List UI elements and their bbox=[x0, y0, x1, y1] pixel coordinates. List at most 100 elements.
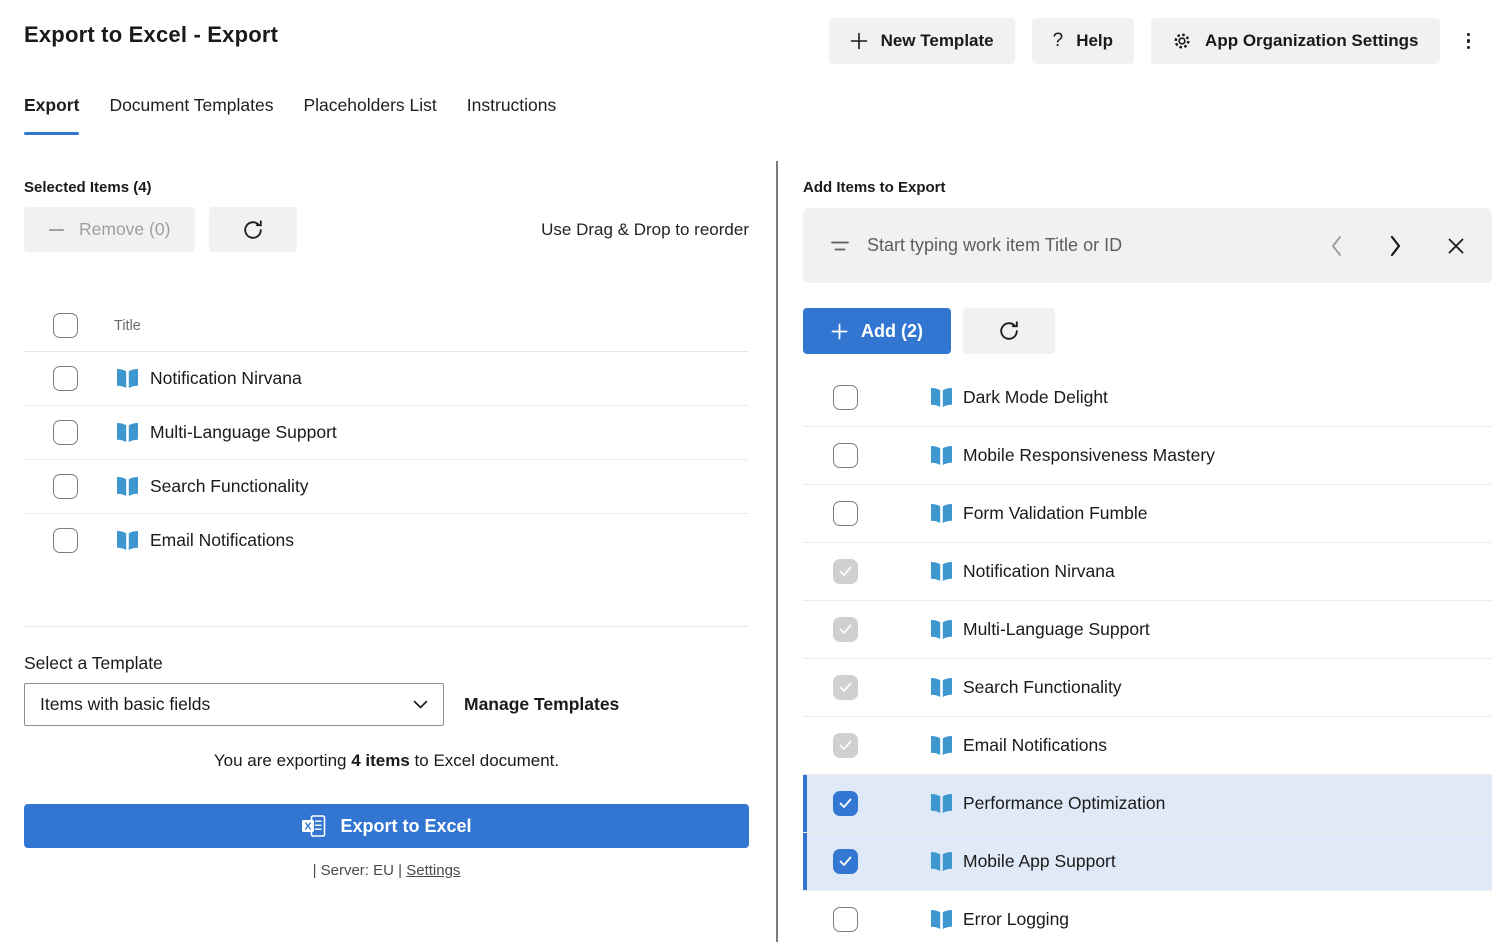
new-template-label: New Template bbox=[881, 31, 994, 51]
item-checkbox[interactable] bbox=[833, 501, 858, 526]
list-item[interactable]: Multi-Language Support bbox=[803, 601, 1492, 659]
book-icon bbox=[929, 851, 954, 872]
refresh-icon bbox=[998, 320, 1020, 342]
check-icon bbox=[839, 856, 852, 867]
book-icon bbox=[929, 387, 954, 408]
export-to-excel-app: Export to Excel - Export New Template ? … bbox=[0, 0, 1500, 942]
refresh-selected-button[interactable] bbox=[209, 207, 297, 252]
table-row[interactable]: Notification Nirvana bbox=[24, 352, 749, 406]
item-checkbox[interactable] bbox=[833, 559, 858, 584]
book-icon bbox=[115, 476, 140, 497]
export-summary: You are exporting 4 items to Excel docum… bbox=[24, 751, 749, 771]
add-items-panel: Add Items to Export Add (2) bbox=[803, 179, 1492, 942]
item-checkbox[interactable] bbox=[833, 791, 858, 816]
export-to-excel-button[interactable]: X Export to Excel bbox=[24, 804, 749, 848]
remove-button[interactable]: Remove (0) bbox=[24, 207, 195, 252]
row-checkbox[interactable] bbox=[53, 474, 78, 499]
close-icon bbox=[1447, 237, 1465, 255]
template-select[interactable]: Items with basic fields bbox=[24, 683, 444, 726]
item-checkbox[interactable] bbox=[833, 443, 858, 468]
list-item[interactable]: Notification Nirvana bbox=[803, 543, 1492, 601]
item-checkbox[interactable] bbox=[833, 617, 858, 642]
item-checkbox[interactable] bbox=[833, 385, 858, 410]
export-summary-count: 4 items bbox=[351, 751, 410, 770]
check-icon bbox=[839, 682, 852, 693]
gear-icon bbox=[1172, 31, 1192, 51]
tab[interactable]: Document Templates bbox=[109, 95, 273, 135]
list-item[interactable]: Email Notifications bbox=[803, 717, 1492, 775]
chevron-left-icon bbox=[1329, 234, 1344, 258]
work-item-title: Error Logging bbox=[963, 909, 1069, 930]
add-button[interactable]: Add (2) bbox=[803, 308, 951, 354]
list-item[interactable]: Form Validation Fumble bbox=[803, 485, 1492, 543]
drag-drop-hint: Use Drag & Drop to reorder bbox=[541, 220, 749, 240]
next-result-button[interactable] bbox=[1388, 234, 1403, 258]
tab-bar: Export Document Templates Placeholders L… bbox=[24, 95, 556, 135]
list-item[interactable]: Dark Mode Delight bbox=[803, 369, 1492, 427]
new-template-button[interactable]: New Template bbox=[829, 18, 1015, 64]
available-items-list: Dark Mode Delight Mobile Responsiveness … bbox=[803, 369, 1492, 942]
previous-result-button[interactable] bbox=[1329, 234, 1344, 258]
item-checkbox[interactable] bbox=[833, 849, 858, 874]
tab-label: Instructions bbox=[467, 95, 556, 115]
settings-link[interactable]: Settings bbox=[406, 862, 460, 879]
refresh-list-button[interactable] bbox=[963, 308, 1055, 354]
item-checkbox[interactable] bbox=[833, 733, 858, 758]
work-item-title: Notification Nirvana bbox=[963, 561, 1115, 582]
row-checkbox[interactable] bbox=[53, 420, 78, 445]
row-checkbox[interactable] bbox=[53, 366, 78, 391]
list-item[interactable]: Search Functionality bbox=[803, 659, 1492, 717]
tab[interactable]: Instructions bbox=[467, 95, 556, 135]
manage-templates-link[interactable]: Manage Templates bbox=[464, 694, 619, 715]
list-item[interactable]: Mobile App Support bbox=[803, 833, 1492, 891]
work-item-title: Multi-Language Support bbox=[150, 422, 337, 443]
book-icon bbox=[929, 619, 954, 640]
book-icon bbox=[929, 503, 954, 524]
tab[interactable]: Placeholders List bbox=[304, 95, 437, 135]
work-item-title: Mobile Responsiveness Mastery bbox=[963, 445, 1215, 466]
help-button[interactable]: ? Help bbox=[1032, 18, 1134, 64]
selected-items-heading: Selected Items (4) bbox=[24, 179, 749, 196]
more-options-button[interactable] bbox=[1461, 25, 1477, 58]
list-item[interactable]: Error Logging bbox=[803, 891, 1492, 942]
server-label: | Server: EU | bbox=[313, 862, 407, 879]
search-input[interactable] bbox=[865, 234, 1311, 257]
table-row[interactable]: Email Notifications bbox=[24, 514, 749, 567]
work-item-title: Performance Optimization bbox=[963, 793, 1165, 814]
work-item-title: Email Notifications bbox=[150, 530, 294, 551]
section-divider bbox=[24, 626, 749, 627]
book-icon bbox=[115, 368, 140, 389]
add-label: Add (2) bbox=[861, 321, 923, 342]
book-icon bbox=[115, 422, 140, 443]
work-item-title: Notification Nirvana bbox=[150, 368, 302, 389]
app-organization-settings-label: App Organization Settings bbox=[1205, 31, 1418, 51]
tab[interactable]: Export bbox=[24, 95, 79, 135]
row-checkbox[interactable] bbox=[53, 528, 78, 553]
plus-icon bbox=[831, 323, 848, 340]
add-items-heading: Add Items to Export bbox=[803, 179, 1492, 196]
export-summary-prefix: You are exporting bbox=[214, 751, 351, 770]
clear-search-button[interactable] bbox=[1447, 237, 1465, 255]
book-icon bbox=[929, 677, 954, 698]
selected-items-table-header: Title bbox=[24, 300, 749, 352]
item-checkbox[interactable] bbox=[833, 675, 858, 700]
template-selected-value: Items with basic fields bbox=[40, 694, 210, 715]
table-row[interactable]: Multi-Language Support bbox=[24, 406, 749, 460]
select-all-checkbox[interactable] bbox=[53, 313, 78, 338]
excel-icon: X bbox=[301, 815, 327, 838]
list-item[interactable]: Mobile Responsiveness Mastery bbox=[803, 427, 1492, 485]
question-icon: ? bbox=[1053, 30, 1064, 52]
tab-label: Export bbox=[24, 95, 79, 115]
list-item[interactable]: Performance Optimization bbox=[803, 775, 1492, 833]
app-organization-settings-button[interactable]: App Organization Settings bbox=[1151, 18, 1439, 64]
book-icon bbox=[929, 445, 954, 466]
export-to-excel-label: Export to Excel bbox=[340, 816, 471, 837]
minus-icon bbox=[49, 228, 64, 232]
refresh-icon bbox=[242, 219, 264, 241]
check-icon bbox=[839, 566, 852, 577]
table-row[interactable]: Search Functionality bbox=[24, 460, 749, 514]
remove-label: Remove (0) bbox=[79, 219, 170, 240]
item-checkbox[interactable] bbox=[833, 907, 858, 932]
help-label: Help bbox=[1076, 31, 1113, 51]
work-item-title: Multi-Language Support bbox=[963, 619, 1150, 640]
